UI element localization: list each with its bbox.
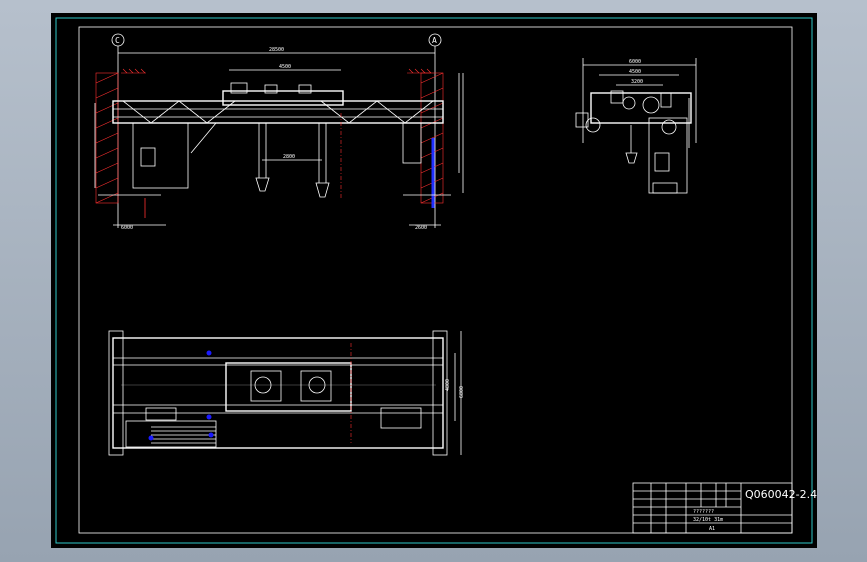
title-row-1: ??????? <box>693 509 714 515</box>
drawing-code: Q060042-2.4H <box>745 488 817 501</box>
dim-side-right: 2600 <box>415 225 427 231</box>
dim-side-view-core: 3200 <box>631 79 643 85</box>
side-elevation-view: 6000 4500 3200 <box>575 58 697 194</box>
sheet-size: A1 <box>709 526 715 532</box>
drawing-border <box>78 26 793 534</box>
dim-plan-inner: 4800 <box>445 379 451 391</box>
outer-frame <box>55 17 813 544</box>
end-truck-left <box>108 330 124 456</box>
plan-bridge-outline <box>112 337 444 449</box>
front-elevation-view: C A 28500 4500 2800 6000 2600 <box>94 33 464 231</box>
plan-trolley <box>225 362 352 412</box>
dim-side-view-inner: 4500 <box>629 69 641 75</box>
drawing-sheet: C A 28500 4500 2800 6000 2600 6000 4500 … <box>51 13 817 548</box>
cad-drawing: C A 28500 4500 2800 6000 2600 6000 4500 … <box>55 17 817 544</box>
plan-view: 6800 4800 <box>108 330 465 456</box>
hook-blocks <box>255 177 330 198</box>
dim-trolley: 4500 <box>279 64 291 70</box>
end-truck-right <box>432 330 448 456</box>
axis-label-c: C <box>115 36 120 45</box>
title-row-2: 32/10t 31m <box>693 517 723 523</box>
dim-side-view-width: 6000 <box>629 59 641 65</box>
dim-span: 28500 <box>269 47 284 53</box>
title-block: Q060042-2.4H ??????? 32/10t 31m A1 <box>632 482 817 534</box>
axis-label-a: A <box>432 36 437 45</box>
dim-side-left: 6000 <box>121 225 133 231</box>
side-trolley-frame <box>590 92 692 124</box>
dim-hook-spacing: 2800 <box>283 154 295 160</box>
dim-plan-height: 6800 <box>459 386 465 398</box>
